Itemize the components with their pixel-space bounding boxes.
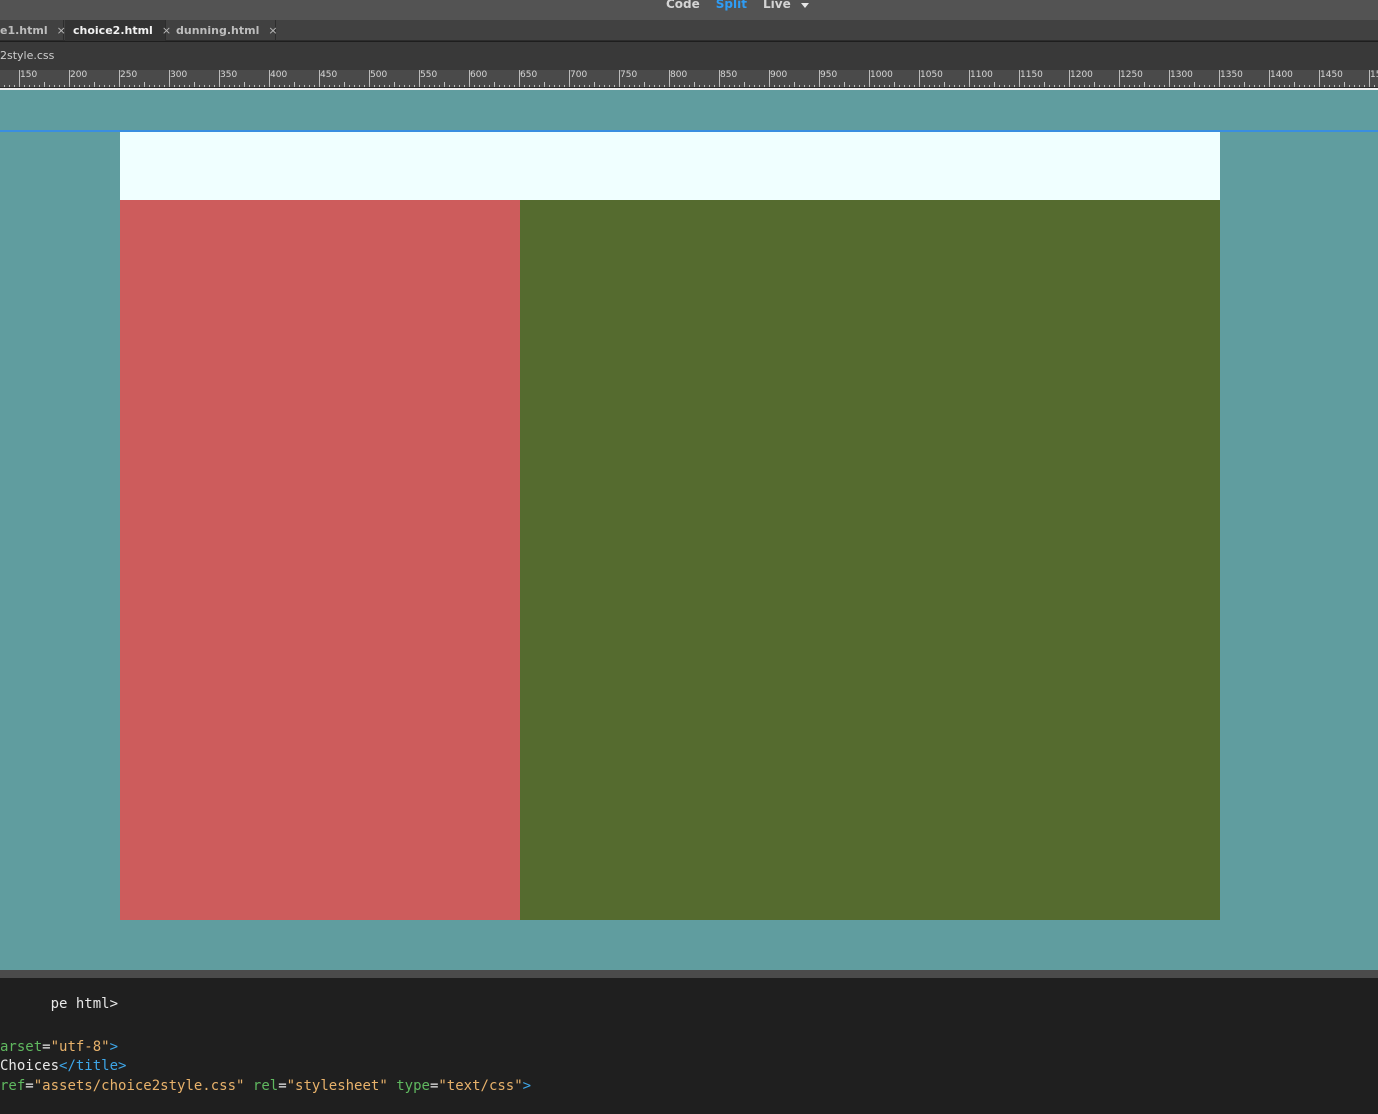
ruler-label: 15 [1370, 70, 1378, 80]
code-token: pe html> [50, 996, 119, 1012]
ruler-label: 1200 [1070, 70, 1093, 80]
code-line-link: ref="assets/choice2style.css" rel="style… [0, 1078, 531, 1098]
code-line-title: Choices</title> [0, 1058, 126, 1078]
ruler-label: 400 [270, 70, 288, 80]
code-token: </title> [59, 1058, 127, 1074]
ruler-label: 1300 [1170, 70, 1193, 80]
ruler-label: 200 [70, 70, 88, 80]
chevron-down-icon[interactable] [800, 2, 809, 8]
code-line-meta: arset="utf-8"> [0, 1039, 118, 1059]
ruler-label: 900 [770, 70, 788, 80]
document-tab-bar: e1.html × choice2.html × dunning.html × [0, 20, 1378, 41]
tab-label: choice2.html [73, 24, 153, 37]
code-token: "text/css" [438, 1078, 523, 1094]
code-line-doctype: pe html> [0, 980, 118, 1012]
tab-choice2[interactable]: choice2.html × [65, 20, 171, 41]
ruler-label: 350 [220, 70, 238, 80]
code-token: > [522, 1078, 532, 1094]
ruler-label: 450 [320, 70, 338, 80]
ruler-label: 1250 [1120, 70, 1143, 80]
ruler-label: 150 [20, 70, 38, 80]
ruler-label: 250 [120, 70, 138, 80]
code-view-button[interactable]: Code [666, 0, 700, 11]
tab-dunning[interactable]: dunning.html × [167, 20, 278, 41]
ruler-label: 600 [470, 70, 488, 80]
code-token: Choices [0, 1058, 60, 1074]
page-header-block[interactable] [120, 132, 1220, 200]
ruler-label: 800 [670, 70, 688, 80]
horizontal-ruler: 150 200 250 300 350 400 450 500 550 600 650 700 750 8… [0, 70, 1378, 88]
ruler-label: 1450 [1320, 70, 1343, 80]
view-switcher: Code Split Live [666, 0, 809, 14]
related-file-link[interactable]: 2style.css [0, 49, 54, 62]
editor-window: Code Split Live e1.html × choice2.html ×… [0, 0, 1378, 1114]
ruler-label: 950 [820, 70, 838, 80]
code-token: "assets/choice2style.css" [33, 1078, 245, 1094]
code-token: = [42, 1039, 51, 1055]
split-view-divider[interactable] [0, 970, 1378, 978]
code-token: ref [0, 1078, 26, 1094]
code-token: = [25, 1078, 34, 1094]
ruler-label: 1150 [1020, 70, 1043, 80]
related-files-bar: 2style.css [0, 42, 1378, 70]
right-column-block[interactable] [520, 200, 1220, 920]
code-token: "stylesheet" [286, 1078, 388, 1094]
tab-label: dunning.html [176, 24, 260, 37]
ruler-label: 700 [570, 70, 588, 80]
view-switcher-bar: Code Split Live [0, 0, 1378, 20]
code-token: type [396, 1078, 430, 1094]
left-column-block[interactable] [120, 200, 520, 920]
tab-label: e1.html [0, 24, 48, 37]
ruler-label: 1400 [1270, 70, 1293, 80]
close-icon[interactable]: × [268, 24, 277, 37]
split-view-button[interactable]: Split [716, 0, 747, 11]
ruler-label: 300 [170, 70, 188, 80]
ruler-label: 1350 [1220, 70, 1243, 80]
ruler-label: 1000 [870, 70, 893, 80]
live-view-canvas[interactable] [0, 90, 1378, 970]
code-token: = [278, 1078, 287, 1094]
code-token: > [109, 1039, 119, 1055]
tab-e1[interactable]: e1.html × [0, 20, 66, 41]
ruler-label: 650 [520, 70, 538, 80]
ruler-label: 550 [420, 70, 438, 80]
code-token: arset [0, 1039, 43, 1055]
live-view-button[interactable]: Live [763, 0, 791, 11]
ruler-label: 1050 [920, 70, 943, 80]
ruler-label: 1100 [970, 70, 993, 80]
ruler-label: 750 [620, 70, 638, 80]
code-token: rel [252, 1078, 279, 1094]
ruler-label: 500 [370, 70, 388, 80]
code-view[interactable]: pe html> arset="utf-8"> Choices</title> … [0, 978, 1378, 1114]
code-token: "utf-8" [50, 1039, 110, 1055]
ruler-label: 850 [720, 70, 738, 80]
